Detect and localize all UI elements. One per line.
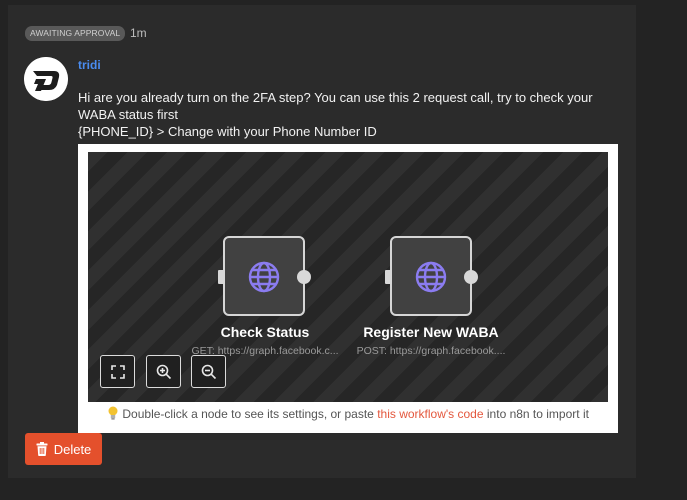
delete-button[interactable]: Delete: [25, 433, 102, 465]
author-name[interactable]: tridi: [78, 58, 101, 72]
import-hint: Double-click a node to see its settings,…: [78, 406, 618, 422]
zoom-in-icon: [156, 364, 171, 379]
workflow-canvas[interactable]: Check Status GET: https://graph.facebook…: [88, 152, 608, 402]
output-port[interactable]: [297, 270, 311, 284]
avatar[interactable]: [24, 57, 68, 101]
globe-icon: [248, 261, 280, 293]
fit-view-button[interactable]: [100, 355, 135, 388]
input-port[interactable]: [385, 270, 392, 284]
input-port[interactable]: [218, 270, 225, 284]
fit-view-icon: [110, 364, 125, 379]
output-port[interactable]: [464, 270, 478, 284]
status-badge: AWAITING APPROVAL: [25, 26, 126, 41]
node-check-status[interactable]: [218, 236, 311, 316]
workflow-preview: Check Status GET: https://graph.facebook…: [78, 144, 618, 433]
workflow-code-link[interactable]: this workflow's code: [377, 407, 483, 421]
zoom-out-button[interactable]: [191, 355, 226, 388]
post-message: Hi are you already turn on the 2FA step?…: [78, 89, 618, 140]
trash-icon: [36, 442, 48, 456]
globe-icon: [415, 261, 447, 293]
node-subtitle: POST: https://graph.facebook....: [356, 345, 506, 357]
zoom-in-button[interactable]: [146, 355, 181, 388]
lightbulb-icon: [108, 406, 118, 420]
zoom-out-icon: [201, 364, 216, 379]
post-card: AWAITING APPROVAL 1m tridi Hi are you al…: [8, 5, 636, 478]
avatar-logo-icon: [24, 57, 68, 101]
message-line: Hi are you already turn on the 2FA step?…: [78, 90, 593, 122]
node-title: Register New WABA: [363, 324, 499, 340]
hint-text: into n8n to import it: [486, 407, 589, 421]
hint-text: Double-click a node to see its settings,…: [122, 407, 374, 421]
delete-label: Delete: [53, 441, 92, 457]
node-register-new-waba[interactable]: [385, 236, 478, 316]
message-line: {PHONE_ID} > Change with your Phone Numb…: [78, 124, 377, 139]
post-age[interactable]: 1m: [130, 26, 147, 41]
